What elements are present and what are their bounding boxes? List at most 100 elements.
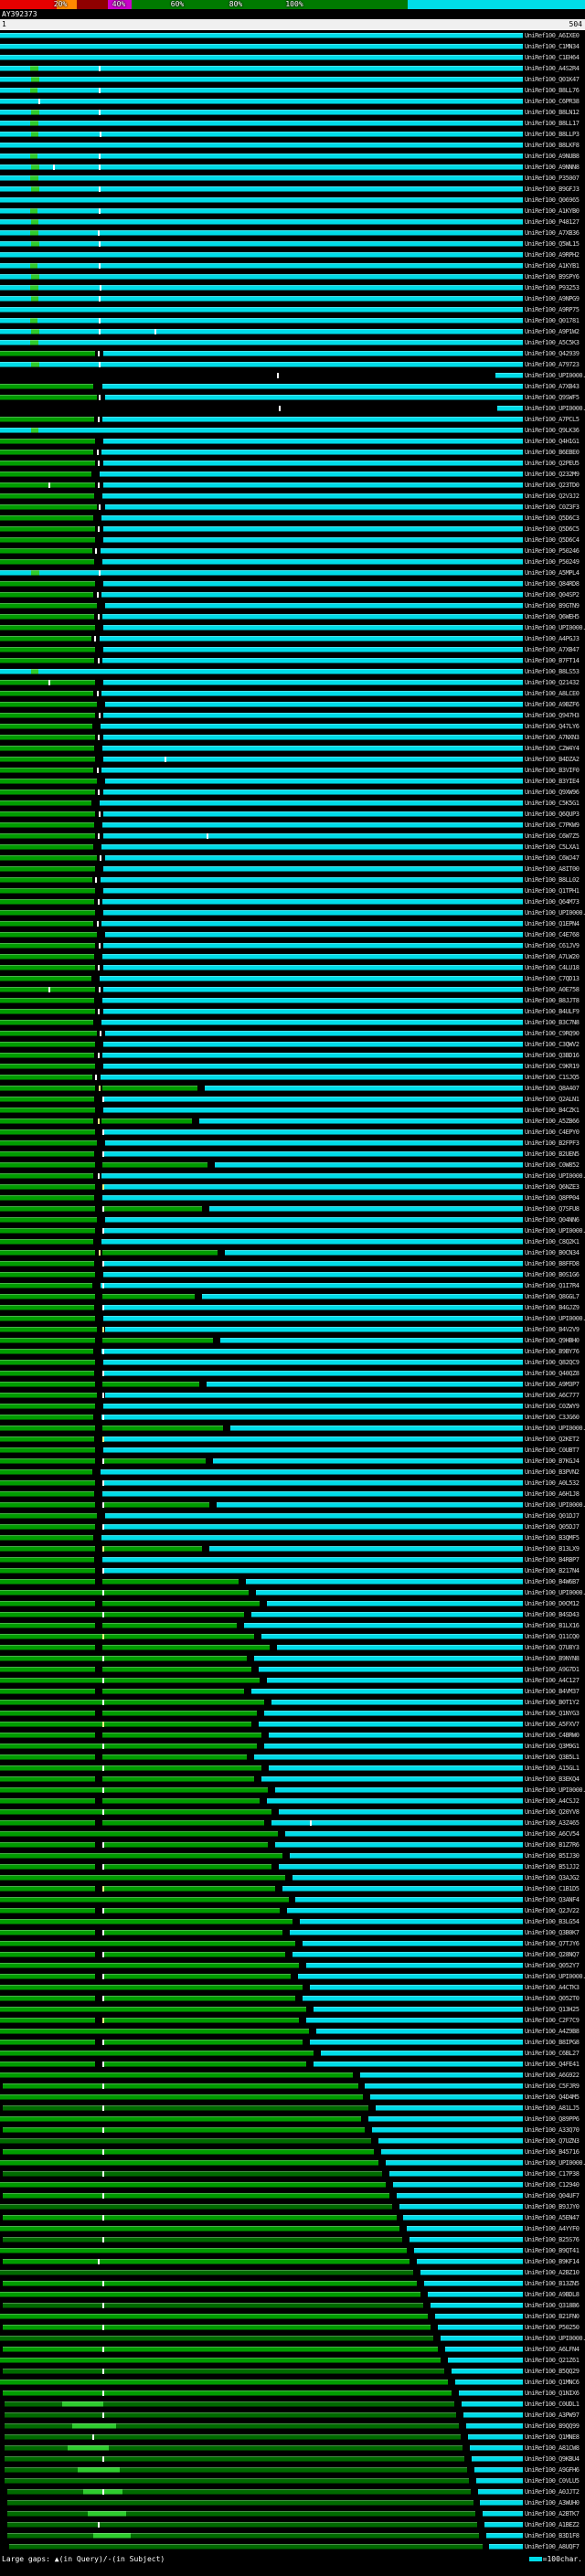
- alignment-bar[interactable]: [0, 2311, 523, 2322]
- hsp-segment[interactable]: [109, 2445, 463, 2451]
- hsp-segment[interactable]: [359, 2072, 523, 2078]
- hsp-segment[interactable]: [0, 691, 94, 696]
- hsp-segment[interactable]: [103, 1108, 523, 1113]
- alignment-bar[interactable]: [0, 74, 523, 85]
- hsp-segment[interactable]: [0, 362, 32, 367]
- hsp-segment[interactable]: [0, 636, 91, 641]
- hsp-segment[interactable]: [0, 274, 32, 280]
- hsp-segment[interactable]: [417, 2259, 523, 2264]
- alignment-bar[interactable]: [0, 2355, 523, 2366]
- hsp-segment[interactable]: [0, 647, 96, 652]
- hsp-segment[interactable]: [39, 362, 523, 367]
- hsp-segment[interactable]: [37, 263, 523, 269]
- hsp-segment[interactable]: [103, 965, 523, 970]
- alignment-bar[interactable]: [0, 195, 523, 206]
- alignment-bar[interactable]: [0, 1127, 523, 1138]
- alignment-bar[interactable]: [0, 2037, 523, 2048]
- hsp-segment[interactable]: [102, 1053, 523, 1058]
- hsp-segment[interactable]: [0, 1985, 303, 1990]
- hsp-segment[interactable]: [102, 1579, 239, 1585]
- alignment-bar[interactable]: [0, 1083, 523, 1094]
- alignment-bar[interactable]: [0, 1335, 523, 1346]
- hsp-segment[interactable]: [0, 1886, 96, 1892]
- hsp-segment[interactable]: [0, 548, 92, 554]
- hsp-segment[interactable]: [103, 1064, 523, 1069]
- hsp-segment[interactable]: [0, 197, 523, 203]
- hsp-segment[interactable]: [3, 2390, 452, 2396]
- hsp-segment[interactable]: [0, 351, 96, 356]
- hsp-segment[interactable]: [102, 1151, 523, 1157]
- hsp-segment[interactable]: [102, 1798, 260, 1804]
- alignment-bar[interactable]: [0, 2267, 523, 2278]
- hsp-segment[interactable]: [103, 461, 523, 466]
- alignment-bar[interactable]: [0, 1686, 523, 1697]
- hsp-segment[interactable]: [313, 2062, 523, 2067]
- hsp-segment[interactable]: [101, 724, 523, 729]
- hsp-segment[interactable]: [0, 241, 32, 247]
- hsp-segment[interactable]: [101, 1239, 523, 1245]
- hsp-segment[interactable]: [0, 154, 30, 159]
- hsp-segment[interactable]: [101, 1469, 523, 1475]
- hsp-segment[interactable]: [0, 1327, 97, 1332]
- alignment-bar[interactable]: [0, 1193, 523, 1203]
- hsp-segment[interactable]: [0, 954, 95, 959]
- alignment-bar[interactable]: [0, 1116, 523, 1127]
- hsp-segment[interactable]: [212, 1458, 523, 1464]
- hsp-segment[interactable]: [0, 1086, 96, 1091]
- hsp-segment[interactable]: [0, 899, 95, 905]
- hsp-segment[interactable]: [31, 132, 38, 137]
- alignment-bar[interactable]: [0, 666, 523, 677]
- hsp-segment[interactable]: [103, 713, 523, 718]
- hsp-segment[interactable]: [0, 800, 91, 806]
- alignment-bar[interactable]: [0, 1247, 523, 1258]
- hsp-segment[interactable]: [0, 1436, 95, 1442]
- hsp-segment[interactable]: [297, 1974, 523, 1979]
- hsp-segment[interactable]: [0, 1996, 96, 2001]
- alignment-bar[interactable]: [0, 1017, 523, 1028]
- alignment-bar[interactable]: [0, 611, 523, 622]
- alignment-bar[interactable]: [0, 1982, 523, 1993]
- hsp-segment[interactable]: [0, 110, 32, 115]
- hsp-segment[interactable]: [0, 175, 30, 181]
- hsp-segment[interactable]: [274, 1787, 523, 1793]
- hsp-segment[interactable]: [0, 1217, 97, 1223]
- alignment-bar[interactable]: [0, 425, 523, 436]
- alignment-bar[interactable]: [0, 918, 523, 929]
- hsp-segment[interactable]: [0, 2358, 441, 2363]
- hsp-segment[interactable]: [378, 2138, 523, 2144]
- alignment-bar[interactable]: [0, 2114, 523, 2125]
- hsp-segment[interactable]: [101, 1535, 523, 1541]
- hsp-segment[interactable]: [0, 526, 96, 532]
- hsp-segment[interactable]: [0, 1787, 268, 1793]
- hsp-segment[interactable]: [0, 1426, 96, 1431]
- hsp-segment[interactable]: [3, 2149, 374, 2155]
- hsp-segment[interactable]: [0, 1897, 289, 1903]
- hsp-segment[interactable]: [103, 1228, 523, 1234]
- hsp-segment[interactable]: [3, 2259, 410, 2264]
- alignment-bar[interactable]: [0, 699, 523, 710]
- hsp-segment[interactable]: [0, 1754, 96, 1760]
- hsp-segment[interactable]: [0, 1283, 92, 1288]
- hsp-segment[interactable]: [102, 1261, 523, 1267]
- alignment-bar[interactable]: [0, 710, 523, 721]
- hsp-segment[interactable]: [0, 2051, 314, 2056]
- alignment-bar[interactable]: [0, 96, 523, 107]
- alignment-bar[interactable]: [0, 1313, 523, 1324]
- hsp-segment[interactable]: [0, 1864, 96, 1870]
- alignment-bar[interactable]: [0, 491, 523, 502]
- hsp-segment[interactable]: [31, 241, 40, 247]
- hsp-segment[interactable]: [0, 252, 523, 258]
- hsp-segment[interactable]: [0, 1162, 96, 1168]
- hsp-segment[interactable]: [102, 2018, 299, 2023]
- hsp-segment[interactable]: [310, 1985, 523, 1990]
- hsp-segment[interactable]: [102, 1491, 523, 1497]
- alignment-bar[interactable]: [0, 2256, 523, 2267]
- hsp-segment[interactable]: [214, 1162, 523, 1168]
- hsp-segment[interactable]: [0, 2094, 364, 2100]
- hsp-segment[interactable]: [6, 2511, 89, 2517]
- alignment-bar[interactable]: [0, 206, 523, 217]
- alignment-bar[interactable]: [0, 513, 523, 524]
- alignment-bar[interactable]: [0, 831, 523, 842]
- hsp-segment[interactable]: [0, 1974, 96, 1979]
- hsp-segment[interactable]: [103, 351, 523, 356]
